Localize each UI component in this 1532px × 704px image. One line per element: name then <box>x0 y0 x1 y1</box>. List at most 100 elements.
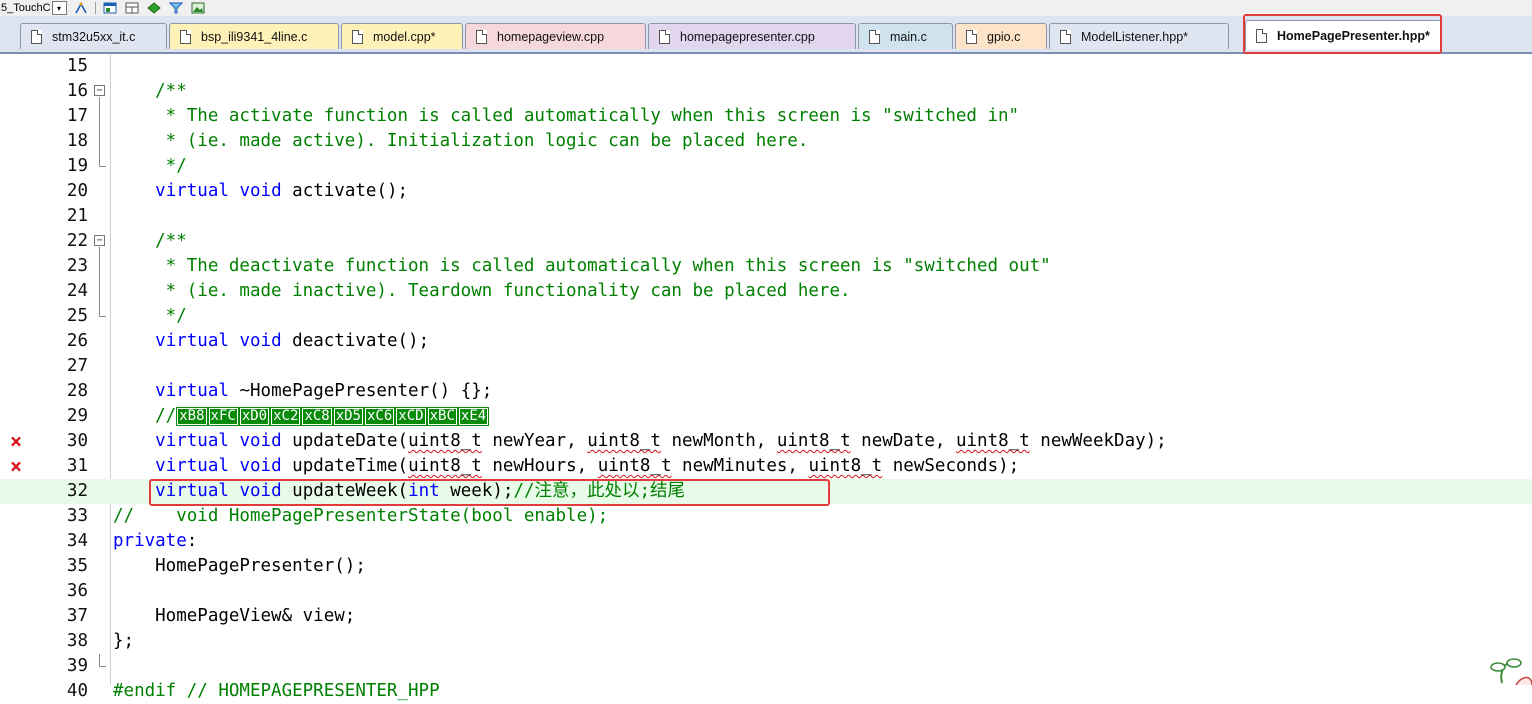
line-number: 26 <box>66 331 88 351</box>
line-number: 31 <box>66 456 88 476</box>
fold-toggle-icon[interactable]: − <box>94 235 105 246</box>
code-text: virtual ~HomePagePresenter() {}; <box>155 381 493 401</box>
code-line: 38 }; <box>0 629 1532 654</box>
hex-byte-badge: xCD <box>395 406 427 426</box>
tab-main-c[interactable]: main.c <box>858 23 953 49</box>
layout-icon[interactable] <box>124 1 140 15</box>
code-editor[interactable]: 15 16 − /** 17 * The activate function i… <box>0 54 1532 701</box>
code-line: 23 * The deactivate function is called a… <box>0 254 1532 279</box>
file-icon <box>476 29 487 44</box>
line-number: 22 <box>66 231 88 251</box>
tab-bsp-ili9341-4line-c[interactable]: bsp_ili9341_4line.c <box>169 23 339 49</box>
code-text: }; <box>113 631 135 651</box>
code-text: virtual void updateDate(uint8_t newYear,… <box>155 431 1167 451</box>
editor-tab-bar: stm32u5xx_it.c bsp_ili9341_4line.c model… <box>0 14 1532 54</box>
code-line: 35 HomePagePresenter(); <box>0 554 1532 579</box>
diamond-icon[interactable] <box>146 1 162 15</box>
line-number: 29 <box>66 406 88 426</box>
hex-byte-badge: xC2 <box>270 406 302 426</box>
line-number: 37 <box>66 606 88 626</box>
line-number: 24 <box>66 281 88 301</box>
line-number: 21 <box>66 206 88 226</box>
line-number: 38 <box>66 631 88 651</box>
line-number: 33 <box>66 506 88 526</box>
code-line: 33 // void HomePagePresenterState(bool e… <box>0 504 1532 529</box>
line-number: 16 <box>66 81 88 101</box>
error-marker-icon[interactable]: × <box>8 454 24 479</box>
code-line: 26 virtual void deactivate(); <box>0 329 1532 354</box>
tab-gpio-c[interactable]: gpio.c <box>955 23 1047 49</box>
file-icon <box>352 29 363 44</box>
line-number: 18 <box>66 131 88 151</box>
code-text: virtual void updateTime(uint8_t newHours… <box>155 456 1020 476</box>
line-number: 19 <box>66 156 88 176</box>
line-number: 27 <box>66 356 88 376</box>
wand-icon[interactable] <box>73 1 89 15</box>
fold-toggle-icon[interactable]: − <box>94 85 105 96</box>
current-code-line: 32 virtual void updateWeek(int week);//注… <box>0 479 1532 504</box>
code-text: // void HomePagePresenterState(bool enab… <box>113 506 609 526</box>
tab-label: gpio.c <box>987 29 1021 44</box>
code-text: HomePagePresenter(); <box>113 556 366 576</box>
code-line: 18 * (ie. made active). Initialization l… <box>0 129 1532 154</box>
tab-label: main.c <box>890 29 927 44</box>
file-icon <box>31 29 42 44</box>
file-icon <box>1060 29 1071 44</box>
code-text: virtual void deactivate(); <box>155 331 430 351</box>
code-line: 17 * The activate function is called aut… <box>0 104 1532 129</box>
tab-homepagepresenter-cpp[interactable]: homepagepresenter.cpp <box>648 23 856 49</box>
tab-homepagepresenter-hpp[interactable]: HomePagePresenter.hpp* <box>1245 20 1442 50</box>
configuration-combo[interactable]: 5_TouchC ▾ <box>0 1 67 15</box>
code-text: * The activate function is called automa… <box>113 106 1020 126</box>
hex-byte-badge: xC8 <box>301 406 333 426</box>
code-line: 29 //xB8 xFC xD0 xC2 xC8 xD5 xC6 xCD xBC xE4 <box>0 404 1532 429</box>
line-number: 25 <box>66 306 88 326</box>
window-icon[interactable] <box>102 1 118 15</box>
tab-label: bsp_ili9341_4line.c <box>201 29 308 44</box>
tab-label: stm32u5xx_it.c <box>52 29 136 44</box>
hex-byte-badge: xE4 <box>457 406 490 426</box>
code-text: virtual void activate(); <box>155 181 409 201</box>
hex-byte-badge: xD5 <box>332 406 365 426</box>
code-line: 20 virtual void activate(); <box>0 179 1532 204</box>
tab-homepageview-cpp[interactable]: homepageview.cpp <box>465 23 646 49</box>
code-line: 39 <box>0 654 1532 679</box>
code-text: * The deactivate function is called auto… <box>113 256 1051 276</box>
code-line: 36 <box>0 579 1532 604</box>
code-text: HomePageView& view; <box>113 606 356 626</box>
code-text: */ <box>113 306 187 326</box>
tab-label: ModelListener.hpp* <box>1081 29 1189 44</box>
hex-byte-badge: xBC <box>426 406 458 426</box>
toolbar-separator <box>94 2 96 14</box>
code-text: /** <box>113 81 187 101</box>
code-line: 19 */ <box>0 154 1532 179</box>
image-icon[interactable] <box>190 1 206 15</box>
tab-stm32u5xx-it-c[interactable]: stm32u5xx_it.c <box>20 23 167 49</box>
dropdown-arrow-icon[interactable]: ▾ <box>51 1 67 15</box>
line-number: 36 <box>66 581 88 601</box>
code-line: × 31 virtual void updateTime(uint8_t new… <box>0 454 1532 479</box>
code-line: 25 */ <box>0 304 1532 329</box>
code-text: * (ie. made inactive). Teardown function… <box>113 281 851 301</box>
code-line: 15 <box>0 54 1532 79</box>
code-line: 34 private: <box>0 529 1532 554</box>
filter-icon[interactable] <box>168 1 184 15</box>
code-line: 27 <box>0 354 1532 379</box>
code-line: 40 #endif // HOMEPAGEPRESENTER_HPP <box>0 679 1532 704</box>
file-icon <box>180 29 191 44</box>
code-line: 24 * (ie. made inactive). Teardown funct… <box>0 279 1532 304</box>
tab-label: HomePagePresenter.hpp* <box>1277 28 1430 43</box>
line-number: 20 <box>66 181 88 201</box>
line-number: 40 <box>66 681 88 701</box>
tab-modellistener-hpp[interactable]: ModelListener.hpp* <box>1049 23 1229 49</box>
plant-sticker-icon <box>1490 658 1532 685</box>
error-marker-icon[interactable]: × <box>8 429 24 454</box>
tab-model-cpp[interactable]: model.cpp* <box>341 23 463 49</box>
code-line: 37 HomePageView& view; <box>0 604 1532 629</box>
file-icon <box>966 29 977 44</box>
line-number: 39 <box>66 656 88 676</box>
hex-byte-badge: xD0 <box>238 406 271 426</box>
garbled-comment: //xB8 xFC xD0 xC2 xC8 xD5 xC6 xCD xBC xE4 <box>113 406 490 426</box>
code-line: 16 − /** <box>0 79 1532 104</box>
code-line: 28 virtual ~HomePagePresenter() {}; <box>0 379 1532 404</box>
